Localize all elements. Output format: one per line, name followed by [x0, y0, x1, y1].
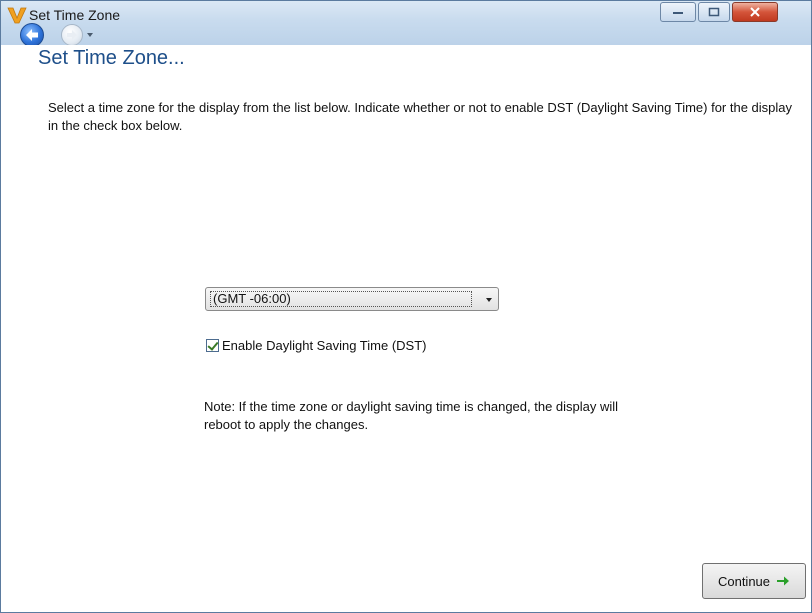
dst-option[interactable]: Enable Daylight Saving Time (DST) [206, 337, 426, 353]
maximize-icon [708, 7, 720, 17]
history-dropdown-icon[interactable] [87, 33, 93, 37]
chevron-down-icon [486, 298, 492, 302]
page-title: Set Time Zone... [38, 47, 185, 69]
minimize-icon [673, 12, 683, 14]
maximize-button[interactable] [698, 2, 730, 22]
dst-label: Enable Daylight Saving Time (DST) [222, 337, 427, 353]
arrow-right-icon [777, 576, 790, 586]
back-button[interactable] [20, 23, 44, 47]
continue-button-label: Continue [717, 573, 771, 589]
timezone-selected-value: (GMT -06:00) [210, 291, 472, 307]
navigation-bar [1, 23, 301, 47]
title-bar: Set Time Zone [1, 1, 811, 47]
forward-button[interactable] [61, 24, 83, 46]
close-icon [750, 7, 760, 17]
dst-checkbox[interactable] [206, 338, 219, 352]
app-logo-icon [7, 7, 27, 24]
window-title: Set Time Zone [29, 7, 121, 23]
timezone-select[interactable]: (GMT -06:00) [205, 287, 499, 311]
forward-arrow-icon [67, 30, 77, 40]
checkmark-icon [207, 338, 219, 351]
close-button[interactable] [732, 2, 778, 22]
continue-button[interactable]: Continue [702, 563, 806, 599]
app-window: Set Time Zone Set Time Zone... Select a … [0, 0, 812, 613]
minimize-button[interactable] [660, 2, 696, 22]
note-text: Note: If the time zone or daylight savin… [204, 399, 619, 432]
back-arrow-icon [26, 29, 38, 41]
instructions-text: Select a time zone for the display from … [48, 100, 793, 133]
